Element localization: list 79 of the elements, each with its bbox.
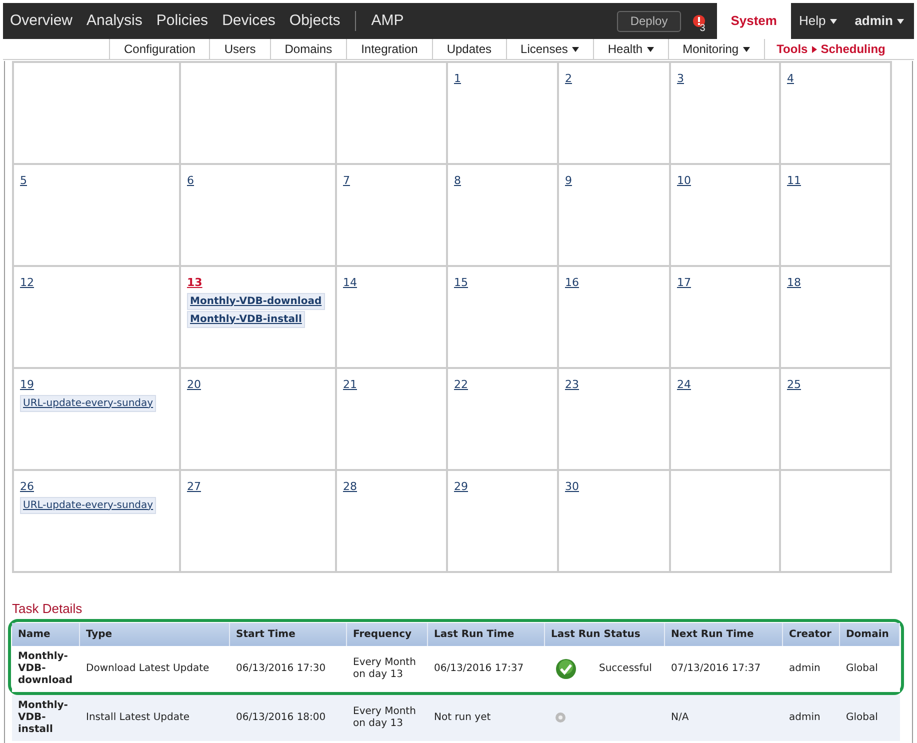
day-link[interactable]: 12 <box>20 275 34 292</box>
event-link[interactable]: Monthly-VDB-download <box>187 292 325 310</box>
day-link[interactable]: 15 <box>454 275 468 292</box>
day-link[interactable]: 29 <box>454 479 468 496</box>
status-text: Successful <box>599 662 652 676</box>
day-link[interactable]: 8 <box>454 173 461 190</box>
day-link[interactable]: 30 <box>565 479 579 496</box>
day-link[interactable]: 1 <box>454 71 461 88</box>
sub-nav-tab[interactable]: Health <box>592 39 668 59</box>
table-cell-text: Download Latest Update <box>85 662 210 674</box>
table-cell-text: Global <box>845 711 879 725</box>
table-cell-text: Global <box>845 662 879 676</box>
table-cell-text: admin <box>788 711 822 725</box>
day-link[interactable]: 4 <box>787 71 794 88</box>
event-link[interactable]: Monthly-VDB-install <box>187 310 305 328</box>
task-name-cell-text: Monthly-VDB-download <box>17 650 74 686</box>
sub-nav-tab[interactable]: Users <box>209 39 270 59</box>
help-menu[interactable]: Help <box>790 11 845 31</box>
day-link[interactable]: 26 <box>20 479 34 496</box>
table-cell-text: Not run yet <box>433 712 492 724</box>
table-cell-text: 06/13/2016 18:00 <box>235 712 327 724</box>
table-cell-text: 06/13/2016 17:30 <box>235 662 327 674</box>
day-link[interactable]: 11 <box>787 173 801 190</box>
event-link[interactable]: URL-update-every-sunday <box>20 394 156 412</box>
table-cell-text: N/A <box>670 711 690 725</box>
table-cell-text: admin <box>788 662 822 676</box>
nav-tab[interactable]: Analysis <box>80 10 150 32</box>
breadcrumb-link[interactable]: Scheduling <box>820 40 886 58</box>
day-link[interactable]: 10 <box>677 173 691 190</box>
sub-nav-tab[interactable]: Monitoring <box>668 39 764 59</box>
nav-tab[interactable]: Devices <box>215 10 282 32</box>
day-link[interactable]: 27 <box>187 479 201 496</box>
day-link[interactable]: 2 <box>565 71 572 88</box>
sub-nav-tab[interactable]: Integration <box>346 39 432 59</box>
day-link[interactable]: 23 <box>565 377 579 394</box>
day-link[interactable]: 13 <box>187 275 202 292</box>
sub-nav-tab[interactable]: Updates <box>432 39 506 59</box>
user-menu[interactable]: admin <box>844 11 914 31</box>
day-link[interactable]: 16 <box>565 275 579 292</box>
day-link[interactable]: 18 <box>787 275 801 292</box>
day-link[interactable]: 5 <box>20 173 27 190</box>
task-name-cell-text: Monthly-VDB-install <box>17 700 69 736</box>
table-cell-text: 07/13/2016 17:37 <box>670 662 762 676</box>
table-cell-text: Every Month on day 13 <box>352 706 417 730</box>
table-cell-text: Every Month on day 13 <box>352 656 417 680</box>
day-link[interactable]: 28 <box>343 479 357 496</box>
day-link[interactable]: 24 <box>677 377 691 394</box>
event-link[interactable]: URL-update-every-sunday <box>20 496 156 514</box>
caret-icon <box>646 46 654 52</box>
day-link[interactable]: 20 <box>187 377 201 394</box>
breadcrumb-arrow-icon <box>812 46 817 52</box>
table-cell-text: 06/13/2016 17:37 <box>433 662 525 674</box>
sub-nav-tab[interactable]: Licenses <box>506 39 593 59</box>
caret-icon <box>897 18 904 24</box>
nav-tab[interactable]: Objects <box>282 10 348 32</box>
caret-icon <box>572 46 579 52</box>
day-link[interactable]: 19 <box>20 377 34 394</box>
sub-nav-tab[interactable]: Configuration <box>109 39 210 59</box>
day-link[interactable]: 17 <box>677 275 691 292</box>
table-cell-text: Install Latest Update <box>85 712 191 724</box>
nav-tab[interactable]: Overview <box>3 10 80 32</box>
breadcrumb-link[interactable]: Tools <box>776 40 808 58</box>
day-link[interactable]: 22 <box>454 377 468 394</box>
day-link[interactable]: 25 <box>787 377 801 394</box>
sub-nav-tab[interactable]: Domains <box>270 39 346 59</box>
caret-icon <box>742 46 750 52</box>
alert-count: 3 <box>700 22 706 36</box>
day-link[interactable]: 6 <box>187 173 194 190</box>
system-tab[interactable]: System <box>716 3 791 39</box>
caret-icon <box>830 18 837 24</box>
day-link[interactable]: 7 <box>343 173 350 190</box>
day-link[interactable]: 21 <box>343 377 357 394</box>
nav-tab[interactable]: Policies <box>149 10 216 32</box>
day-link[interactable]: 9 <box>565 173 572 190</box>
nav-tab[interactable]: AMP <box>364 10 411 32</box>
day-link[interactable]: 14 <box>343 275 357 292</box>
deploy-button[interactable]: Deploy <box>617 10 681 32</box>
day-link[interactable]: 3 <box>677 71 684 88</box>
section-title: Task Details <box>12 600 84 618</box>
